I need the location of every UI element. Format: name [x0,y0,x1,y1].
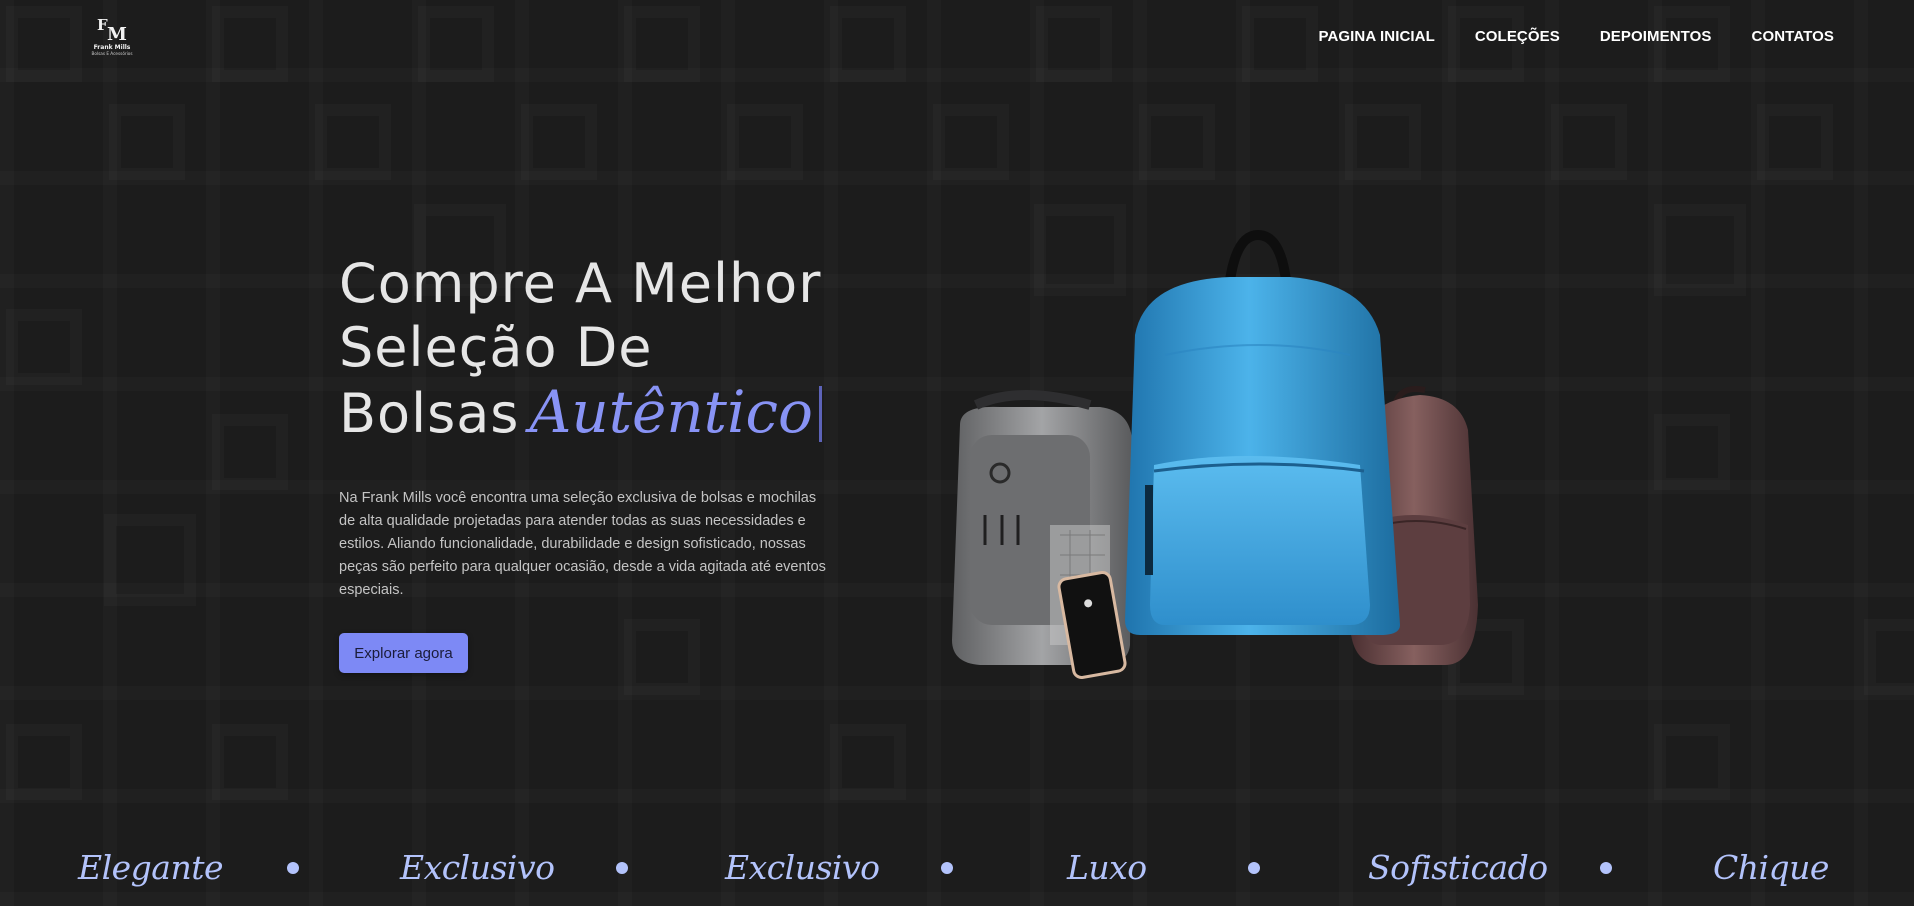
nav-link-depoimentos[interactable]: DEPOIMENTOS [1600,28,1712,45]
brand-logo[interactable]: F M Frank Mills Bolsas E Acessórios [86,16,138,62]
marquee-dot [287,862,299,874]
explore-button[interactable]: Explorar agora [339,633,468,673]
backpacks-image [952,229,1478,679]
blue-backpack [1125,229,1400,635]
brand-name: Frank Mills [93,44,131,51]
nav-link-contatos[interactable]: CONTATOS [1752,28,1834,45]
typing-caret [818,386,822,442]
hero-title-accent: Autêntico [529,378,813,446]
main-nav: PAGINA INICIAL COLEÇÕES DEPOIMENTOS CONT… [1318,28,1834,45]
nav-link-colecoes[interactable]: COLEÇÕES [1475,28,1560,45]
monogram-m: M [107,24,128,45]
marquee-word: Chique [1713,848,1829,887]
feature-marquee: Elegante Exclusivo Exclusivo Luxo Sofist… [0,838,1914,906]
site-header: F M Frank Mills Bolsas E Acessórios PAGI… [0,0,1914,78]
hero-title-line-2: Seleção De [339,316,653,379]
hero-title-line-3: Bolsas Autêntico [339,380,859,446]
hero-description: Na Frank Mills você encontra uma seleção… [339,490,826,598]
brand-tagline: Bolsas E Acessórios [91,51,133,56]
marquee-dot [616,862,628,874]
brand-monogram: F M [86,16,138,44]
marquee-dot [1600,862,1612,874]
marquee-word: Sofisticado [1368,848,1548,887]
nav-link-pagina-inicial[interactable]: PAGINA INICIAL [1318,28,1434,45]
hero-title-line-1: Compre A Melhor [339,252,822,315]
marquee-word: Luxo [1067,848,1147,887]
marquee-word: Exclusivo [400,848,555,887]
marquee-dot [1248,862,1260,874]
hero-title-word: Bolsas [339,382,520,445]
hero-title: Compre A Melhor Seleção De Bolsas Autênti… [339,252,859,446]
marquee-word: Elegante [78,848,224,887]
marquee-word: Exclusivo [725,848,880,887]
marquee-dot [941,862,953,874]
